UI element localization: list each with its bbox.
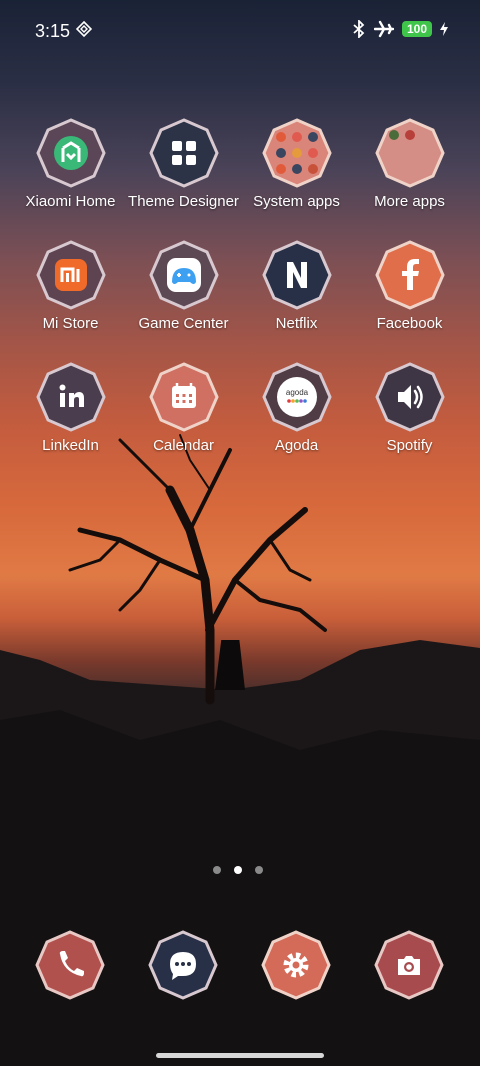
agoda-logo-text: agoda: [285, 388, 308, 397]
page-indicator: [213, 866, 263, 874]
app-linkedin[interactable]: LinkedIn: [14, 362, 127, 454]
tree-silhouette: [68, 434, 327, 705]
app-label: Mi Store: [42, 315, 99, 332]
agoda-icon: agoda: [261, 362, 332, 432]
app-label: LinkedIn: [42, 437, 99, 454]
folder-more-apps[interactable]: More apps: [353, 118, 466, 210]
app-label: Spotify: [386, 437, 433, 454]
app-label: Xiaomi Home: [25, 193, 116, 210]
app-xiaomi-home[interactable]: Xiaomi Home: [14, 118, 127, 210]
app-theme-designer[interactable]: Theme Designer: [127, 118, 240, 210]
app-label: Facebook: [376, 315, 443, 332]
nfc-icon: [76, 21, 92, 37]
app-calendar[interactable]: Calendar: [127, 362, 240, 454]
grid-icon: [148, 118, 219, 188]
app-mi-store[interactable]: Mi Store: [14, 240, 127, 332]
app-label: Game Center: [138, 315, 229, 332]
dock-phone-button[interactable]: [35, 930, 105, 1005]
app-facebook[interactable]: Facebook: [353, 240, 466, 332]
status-bar: 3:15 100: [0, 0, 480, 62]
app-label: Agoda: [274, 437, 319, 454]
netflix-n-icon: [261, 240, 332, 310]
gamepad-icon: [148, 240, 219, 310]
app-label: Netflix: [275, 315, 318, 332]
page-dot[interactable]: [213, 866, 221, 874]
battery-level: 100: [401, 21, 432, 37]
airplane-mode-icon: [373, 20, 394, 38]
linkedin-icon: [35, 362, 106, 432]
xiaomi-home-icon: [35, 118, 106, 188]
app-game-center[interactable]: Game Center: [127, 240, 240, 332]
folder-icon: [374, 118, 445, 188]
page-dot[interactable]: [255, 866, 263, 874]
app-label: Calendar: [153, 437, 214, 454]
calendar-icon: [148, 362, 219, 432]
chat-icon: [148, 930, 218, 1000]
page-dot-active[interactable]: [234, 866, 242, 874]
phone-icon: [35, 930, 105, 1000]
app-agoda[interactable]: agoda Agoda: [240, 362, 353, 454]
app-spotify[interactable]: Spotify: [353, 362, 466, 454]
app-label: More apps: [374, 193, 445, 210]
dock-settings-button[interactable]: [261, 930, 331, 1005]
facebook-f-icon: [374, 240, 445, 310]
app-label: System apps: [253, 193, 340, 210]
speaker-icon: [374, 362, 445, 432]
gesture-home-bar[interactable]: [156, 1053, 324, 1058]
bluetooth-icon: [353, 20, 365, 38]
charging-icon: [440, 22, 448, 36]
dock-camera-button[interactable]: [374, 930, 444, 1005]
gear-icon: [261, 930, 331, 1000]
app-label: Theme Designer: [128, 193, 239, 210]
folder-icon: [261, 118, 332, 188]
mi-logo-icon: [35, 240, 106, 310]
folder-system-apps[interactable]: System apps: [240, 118, 353, 210]
dock-messages-button[interactable]: [148, 930, 218, 1005]
status-time: 3:15: [35, 21, 71, 41]
app-netflix[interactable]: Netflix: [240, 240, 353, 332]
camera-icon: [374, 930, 444, 1000]
